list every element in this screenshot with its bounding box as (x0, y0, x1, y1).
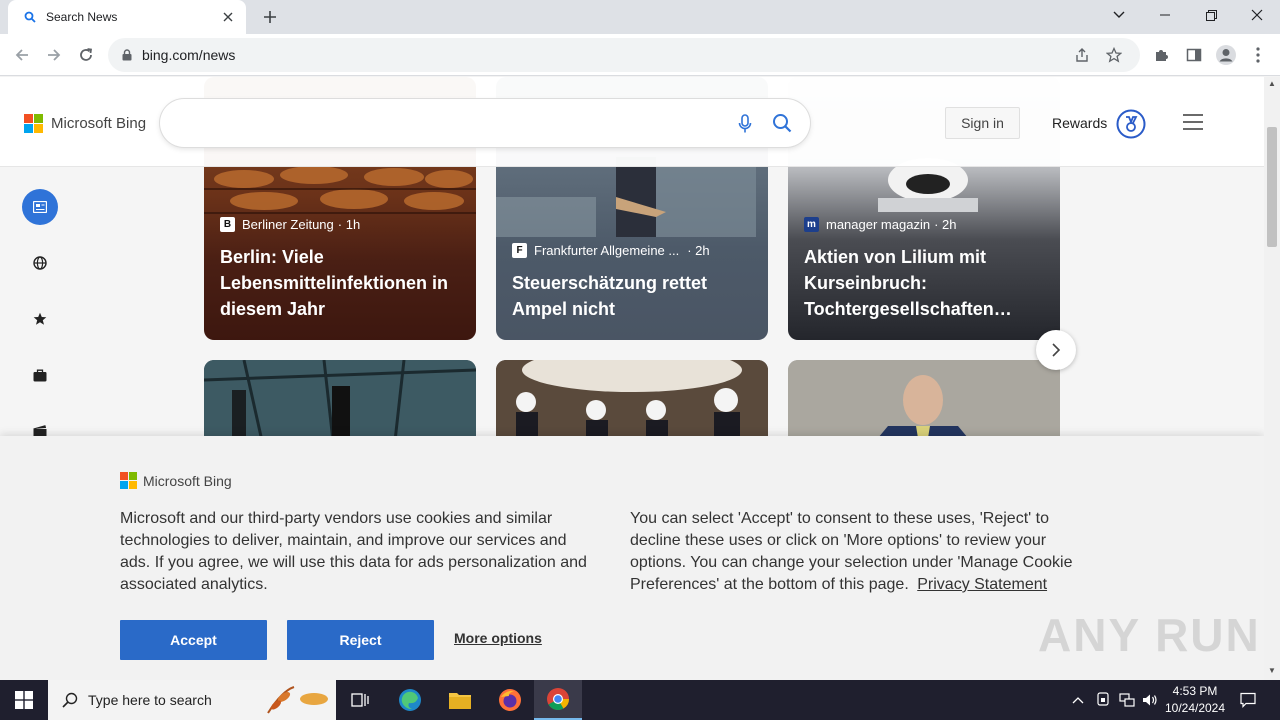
card-headline[interactable]: Berlin: Viele Lebensmittelinfektionen in… (220, 244, 460, 322)
card-source-row: B Berliner Zeitung · 1h (220, 217, 460, 232)
card-time: · 1h (337, 217, 361, 232)
tab-strip: Search News (0, 0, 1280, 34)
chrome-menu-icon[interactable] (1244, 41, 1272, 69)
faz-logo-icon: F (512, 243, 527, 258)
taskbar-search-box[interactable]: Type here to search (48, 680, 336, 720)
side-panel-icon[interactable] (1180, 41, 1208, 69)
cookie-banner-logo: Microsoft Bing (120, 472, 232, 489)
tray-chevron-up-icon[interactable] (1068, 680, 1088, 720)
scroll-up-arrow-icon[interactable]: ▲ (1268, 80, 1276, 88)
card-overlay: F Frankfurter Allgemeine ... · 2h Steuer… (496, 243, 768, 340)
card-time: · 2h (934, 217, 957, 232)
taskbar-search-icon (62, 692, 78, 708)
brand-name: Microsoft Bing (51, 115, 147, 132)
search-box (160, 99, 810, 147)
microsoft-bing-logo[interactable]: Microsoft Bing (24, 114, 146, 133)
tab-search-dropdown-icon[interactable] (1096, 0, 1142, 30)
scroll-down-arrow-icon[interactable]: ▼ (1268, 667, 1276, 675)
rewards-label[interactable]: Rewards (1052, 115, 1107, 131)
autumn-leaves-decoration-icon (267, 686, 328, 714)
browser-toolbar: bing.com/news (0, 34, 1280, 76)
tray-network-icon[interactable] (1116, 680, 1138, 720)
card-source: Frankfurter Allgemeine ... (534, 243, 680, 258)
privacy-statement-link[interactable]: Privacy Statement (917, 576, 1047, 593)
page-scrollbar[interactable]: ▲ ▼ (1264, 77, 1280, 680)
close-window-button[interactable] (1234, 0, 1280, 30)
cookie-options-text: You can select 'Accept' to consent to th… (630, 508, 1080, 596)
microsoft-logo-icon (24, 114, 43, 133)
windows-logo-icon (15, 691, 33, 709)
card-headline[interactable]: Aktien von Lilium mit Kurseinbruch: Toch… (804, 244, 1044, 322)
rewards-medal-icon[interactable] (1116, 109, 1146, 139)
new-tab-button[interactable] (258, 5, 282, 29)
carousel-next-button[interactable] (1036, 330, 1076, 370)
url-text: bing.com/news (142, 47, 236, 63)
cookie-description: Microsoft and our third-party vendors us… (120, 510, 587, 593)
close-tab-icon[interactable] (220, 9, 236, 25)
chrome-taskbar-icon[interactable] (534, 680, 582, 720)
notifications-icon[interactable] (1234, 680, 1262, 720)
profile-avatar-icon[interactable] (1212, 41, 1240, 69)
start-button[interactable] (0, 680, 48, 720)
manager-magazin-logo-icon: m (804, 217, 819, 232)
search-input[interactable] (180, 109, 720, 137)
scrollbar-thumb[interactable] (1267, 127, 1277, 247)
card-overlay: B Berliner Zeitung · 1h Berlin: Viele Le… (204, 217, 476, 340)
bing-search-favicon-icon (22, 9, 38, 25)
tab-search-news[interactable]: Search News (8, 0, 246, 34)
tab-title: Search News (46, 10, 118, 24)
reload-button[interactable] (72, 41, 100, 69)
forward-button[interactable] (40, 41, 68, 69)
card-time: · 2h (687, 243, 710, 258)
sign-in-button[interactable]: Sign in (945, 107, 1020, 139)
taskbar-clock[interactable]: 4:53 PM 10/24/2024 (1160, 683, 1230, 717)
berliner-zeitung-logo-icon: B (220, 217, 235, 232)
anyrun-watermark: ANY RUN (1038, 609, 1261, 661)
rail-favorites-star-icon[interactable] (22, 301, 58, 337)
card-source: manager magazin (826, 217, 931, 232)
tray-volume-icon[interactable] (1140, 680, 1160, 720)
address-bar[interactable]: bing.com/news (108, 38, 1140, 72)
lock-icon[interactable] (120, 48, 134, 62)
card-source-row: F Frankfurter Allgemeine ... · 2h (512, 243, 752, 258)
search-icon[interactable] (770, 111, 794, 135)
accept-button[interactable]: Accept (120, 620, 267, 660)
bookmark-star-icon[interactable] (1100, 41, 1128, 69)
tray-device-icon[interactable] (1094, 680, 1112, 720)
taskbar-search-placeholder: Type here to search (88, 692, 212, 708)
task-view-icon[interactable] (336, 680, 384, 720)
card-overlay: m manager magazin · 2h Aktien von Lilium… (788, 217, 1060, 340)
card-headline[interactable]: Steuerschätzung rettet Ampel nicht (512, 270, 752, 322)
extensions-puzzle-icon[interactable] (1148, 41, 1176, 69)
card-source: Berliner Zeitung (242, 217, 334, 232)
street-scene-image (496, 157, 756, 237)
rail-world-globe-icon[interactable] (22, 245, 58, 281)
share-icon[interactable] (1068, 41, 1096, 69)
bing-news-page: B Berliner Zeitung · 1h Berlin: Viele Le… (0, 77, 1264, 680)
firefox-icon[interactable] (486, 680, 534, 720)
file-explorer-icon[interactable] (436, 680, 484, 720)
rail-business-briefcase-icon[interactable] (22, 357, 58, 393)
microphone-icon[interactable] (734, 113, 756, 135)
cookie-brand-name: Microsoft Bing (143, 472, 232, 489)
reject-button[interactable]: Reject (287, 620, 434, 660)
microsoft-logo-icon (120, 472, 137, 489)
edge-browser-icon[interactable] (386, 680, 434, 720)
rail-news-icon[interactable] (22, 189, 58, 225)
more-options-link[interactable]: More options (454, 630, 542, 646)
clock-date: 10/24/2024 (1164, 701, 1226, 715)
clock-time: 4:53 PM (1172, 684, 1218, 698)
restore-button[interactable] (1188, 0, 1234, 30)
back-button[interactable] (8, 41, 36, 69)
hamburger-menu-icon[interactable] (1182, 113, 1204, 131)
windows-taskbar: Type here to search 4:53 PM 10/24/2024 (0, 680, 1280, 720)
bing-header: Microsoft Bing Sign in Rewards (0, 77, 1264, 167)
minimize-button[interactable] (1142, 0, 1188, 30)
card-source-row: m manager magazin · 2h (804, 217, 1044, 232)
